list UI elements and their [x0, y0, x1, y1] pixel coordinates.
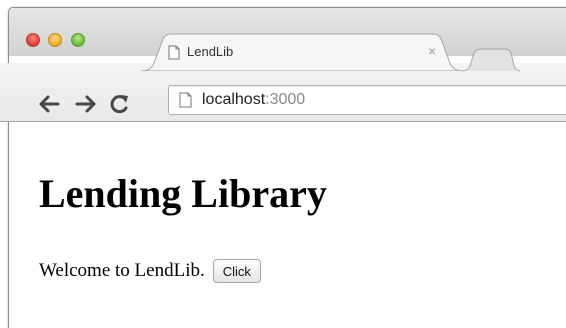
click-button[interactable]: Click	[212, 259, 261, 283]
back-arrow-icon	[39, 95, 60, 113]
window-close-button[interactable]	[26, 33, 40, 47]
window-zoom-button[interactable]	[71, 33, 85, 47]
page-title: Lending Library	[39, 171, 327, 216]
tab-title: LendLib	[187, 44, 234, 59]
forward-button[interactable]	[75, 94, 97, 114]
welcome-line: Welcome to LendLib. Click	[39, 259, 261, 283]
welcome-text: Welcome to LendLib.	[39, 260, 205, 281]
window-minimize-button[interactable]	[48, 33, 62, 47]
url-host: localhost	[202, 91, 266, 108]
page-icon	[168, 45, 180, 60]
page-icon	[179, 92, 192, 108]
url-text[interactable]: localhost:3000	[202, 91, 305, 109]
close-icon[interactable]: ×	[428, 43, 436, 59]
back-button[interactable]	[38, 94, 60, 114]
page-content: Lending Library Welcome to LendLib. Clic…	[9, 123, 566, 323]
address-bar[interactable]: localhost:3000	[168, 85, 566, 115]
url-port: :3000	[265, 91, 306, 108]
new-tab-button[interactable]	[460, 48, 520, 72]
forward-arrow-icon	[75, 95, 96, 113]
reload-icon	[110, 95, 128, 114]
reload-button[interactable]	[109, 94, 131, 114]
browser-tab[interactable]: LendLib ×	[141, 33, 463, 71]
